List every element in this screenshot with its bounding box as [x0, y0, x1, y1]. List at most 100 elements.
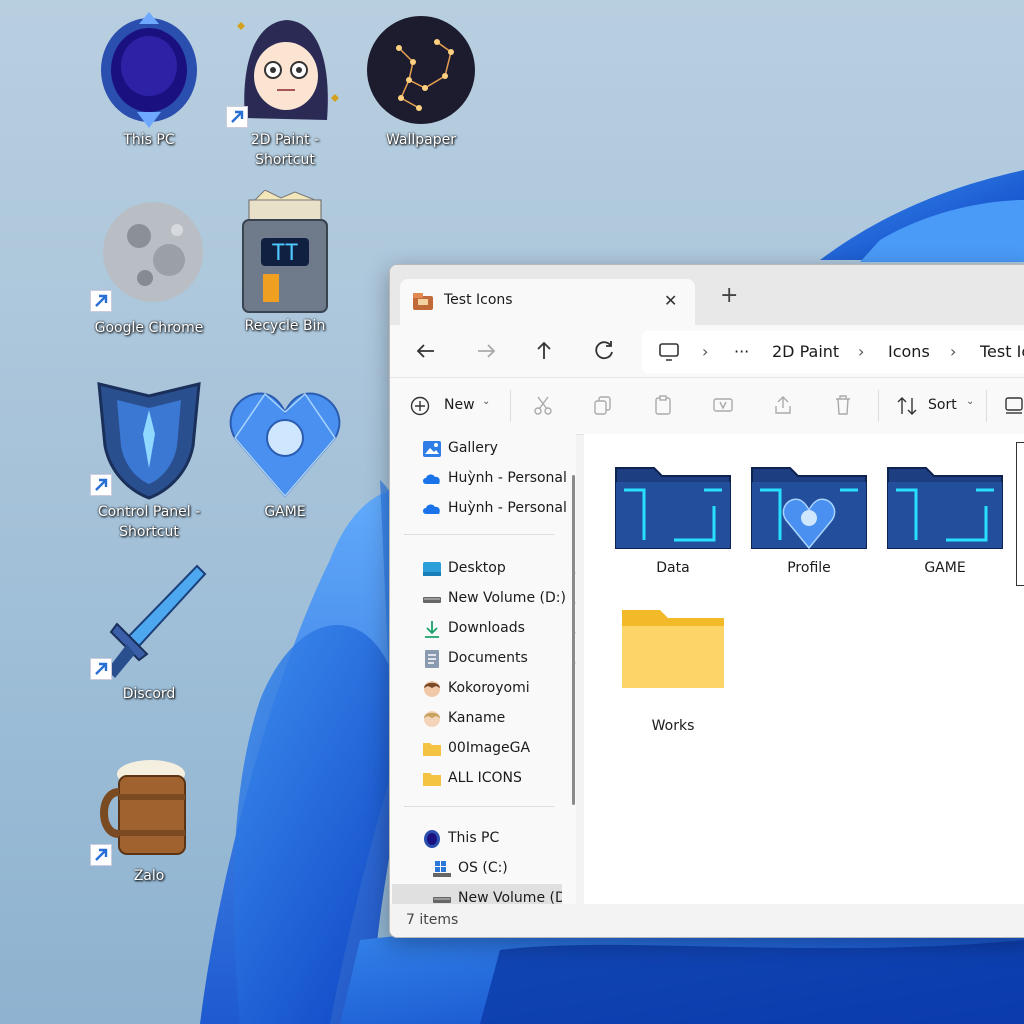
back-arrow-icon[interactable]	[412, 337, 440, 365]
desktop-icon-zalo[interactable]: Zalo	[84, 754, 214, 886]
cloud-icon	[423, 504, 440, 514]
desktop-icon-2d-paint[interactable]: 2D Paint - Shortcut	[220, 8, 350, 170]
address-bar[interactable]: › ··· 2D Paint › Icons › Test Ic	[642, 331, 1024, 373]
folder-item-game[interactable]: GAME	[880, 460, 1010, 576]
folder-item-partial[interactable]	[1016, 442, 1024, 586]
blue-tech-folder-icon	[887, 467, 1003, 549]
folder-label: Works	[651, 718, 695, 734]
folder-item-profile[interactable]: Profile	[744, 460, 874, 576]
yellow-folder-icon	[622, 610, 724, 688]
nav-item-documents[interactable]: Documents 📌	[420, 644, 576, 674]
command-toolbar: New ⌄ Sort ⌄	[390, 377, 1024, 435]
breadcrumb-2d-paint[interactable]: 2D Paint	[772, 342, 839, 361]
folder-icon	[423, 743, 441, 756]
desktop-icon-label: 2D Paint - Shortcut	[250, 132, 320, 168]
nav-item-kaname[interactable]: Kaname	[420, 704, 570, 734]
nav-item-label: Kaname	[448, 710, 506, 726]
breadcrumb-icons[interactable]: Icons	[888, 342, 930, 361]
rename-icon[interactable]	[712, 394, 734, 416]
nav-item-new-volume-pinned[interactable]: New Volume (D:) 📌	[420, 584, 576, 614]
cut-icon[interactable]	[532, 394, 554, 416]
tab-test-icons[interactable]: Test Icons ✕	[400, 279, 695, 325]
breadcrumb-test-icons[interactable]: Test Ic	[980, 342, 1024, 361]
desktop-icon-this-pc[interactable]: This PC	[84, 8, 214, 150]
blue-tech-folder-heart-icon	[751, 467, 867, 550]
folder-label: GAME	[924, 560, 966, 576]
drive-icon	[423, 597, 441, 603]
breadcrumb-ellipsis[interactable]: ···	[734, 342, 749, 361]
chevron-down-icon: ⌄	[482, 396, 491, 407]
refresh-icon[interactable]	[590, 337, 618, 365]
view-icon[interactable]	[1004, 394, 1024, 416]
plus-circle-icon	[410, 396, 430, 416]
navigation-scrollbar[interactable]	[572, 475, 575, 805]
folder-label: Data	[656, 560, 690, 576]
new-tab-icon[interactable]: +	[720, 283, 738, 308]
item-count: 7 items	[406, 912, 459, 928]
chevron-down-icon: ⌄	[966, 396, 975, 407]
desktop-icon-recycle-bin[interactable]: TT Recycle Bin	[220, 190, 350, 336]
windows-drive-icon	[433, 861, 451, 877]
status-bar: 7 items	[390, 905, 1024, 937]
paste-icon[interactable]	[652, 394, 674, 416]
nav-item-gallery[interactable]: Gallery	[420, 434, 570, 464]
nav-item-label: OS (C:)	[458, 860, 508, 876]
new-button[interactable]: New ⌄	[410, 392, 496, 420]
delete-icon[interactable]	[832, 394, 854, 416]
nav-item-00imagega[interactable]: 00ImageGA	[420, 734, 570, 764]
svg-text:TT: TT	[272, 241, 299, 266]
close-tab-icon[interactable]: ✕	[664, 291, 677, 310]
desktop-icon-control-panel[interactable]: Control Panel - Shortcut	[84, 376, 214, 542]
nav-item-new-volume-d-selected[interactable]: New Volume (D:)	[392, 884, 562, 904]
nav-item-label: ALL ICONS	[448, 770, 522, 786]
nav-item-onedrive-1[interactable]: Huỳnh - Personal	[420, 464, 570, 494]
shortcut-arrow-icon	[90, 658, 112, 680]
nav-item-label: New Volume (D:)	[458, 890, 562, 904]
nav-item-label: Gallery	[448, 440, 498, 456]
nav-item-label: Huỳnh - Personal	[448, 500, 567, 516]
nav-item-label: Huỳnh - Personal	[448, 470, 567, 486]
forward-arrow-icon[interactable]	[472, 337, 500, 365]
nav-item-desktop[interactable]: Desktop 📌	[420, 554, 576, 584]
tab-bar: Test Icons ✕ +	[390, 265, 1024, 325]
navigation-pane: Gallery Huỳnh - Personal Huỳnh - Persona…	[390, 434, 576, 904]
tab-title: Test Icons	[444, 292, 513, 308]
desktop-icon-game[interactable]: GAME	[220, 384, 350, 522]
file-content-area: Data Profile GAME Works	[584, 434, 1024, 904]
nav-item-downloads[interactable]: Downloads 📌	[420, 614, 576, 644]
blue-tech-folder-icon	[615, 467, 731, 549]
desktop-icon-google-chrome[interactable]: Google Chrome	[84, 196, 214, 338]
desktop-icon-label: GAME	[264, 504, 306, 520]
nav-item-kokoroyomi[interactable]: Kokoroyomi	[420, 674, 570, 704]
copy-icon[interactable]	[592, 394, 614, 416]
nav-item-os-c[interactable]: OS (C:)	[430, 854, 576, 884]
shortcut-arrow-icon	[226, 106, 248, 128]
up-arrow-icon[interactable]	[530, 337, 558, 365]
folder-label: Profile	[787, 560, 831, 576]
folder-item-works[interactable]: Works	[608, 604, 738, 734]
desktop-icon-label: This PC	[123, 132, 175, 148]
document-icon	[425, 650, 439, 668]
nav-item-label: New Volume (D:)	[448, 590, 566, 606]
nav-item-label: Kokoroyomi	[448, 680, 530, 696]
constellation-icon	[367, 16, 475, 124]
sort-arrows-icon	[897, 397, 917, 415]
folder-box-icon	[413, 293, 433, 310]
desktop-icon-label: Control Panel -	[97, 504, 201, 520]
download-icon	[425, 621, 439, 638]
this-pc-mirror-icon	[101, 12, 197, 128]
share-icon[interactable]	[772, 394, 794, 416]
desktop-icon-label: Google Chrome	[94, 320, 204, 336]
nav-item-all-icons[interactable]: ALL ICONS	[420, 764, 570, 794]
gallery-icon	[423, 441, 441, 457]
toolbar-divider	[986, 390, 987, 422]
sort-button[interactable]: Sort ⌄	[896, 392, 976, 420]
desktop-icon-wallpaper[interactable]: Wallpaper	[356, 8, 486, 150]
folder-item-data[interactable]: Data	[608, 460, 738, 576]
desktop-icon-discord[interactable]: Discord	[84, 562, 214, 704]
nav-item-this-pc[interactable]: This PC	[420, 824, 570, 854]
nav-item-onedrive-2[interactable]: Huỳnh - Personal	[420, 494, 570, 524]
new-label: New	[444, 397, 475, 413]
folder-icon	[423, 773, 441, 786]
desktop-icon-label: Discord	[122, 686, 176, 702]
